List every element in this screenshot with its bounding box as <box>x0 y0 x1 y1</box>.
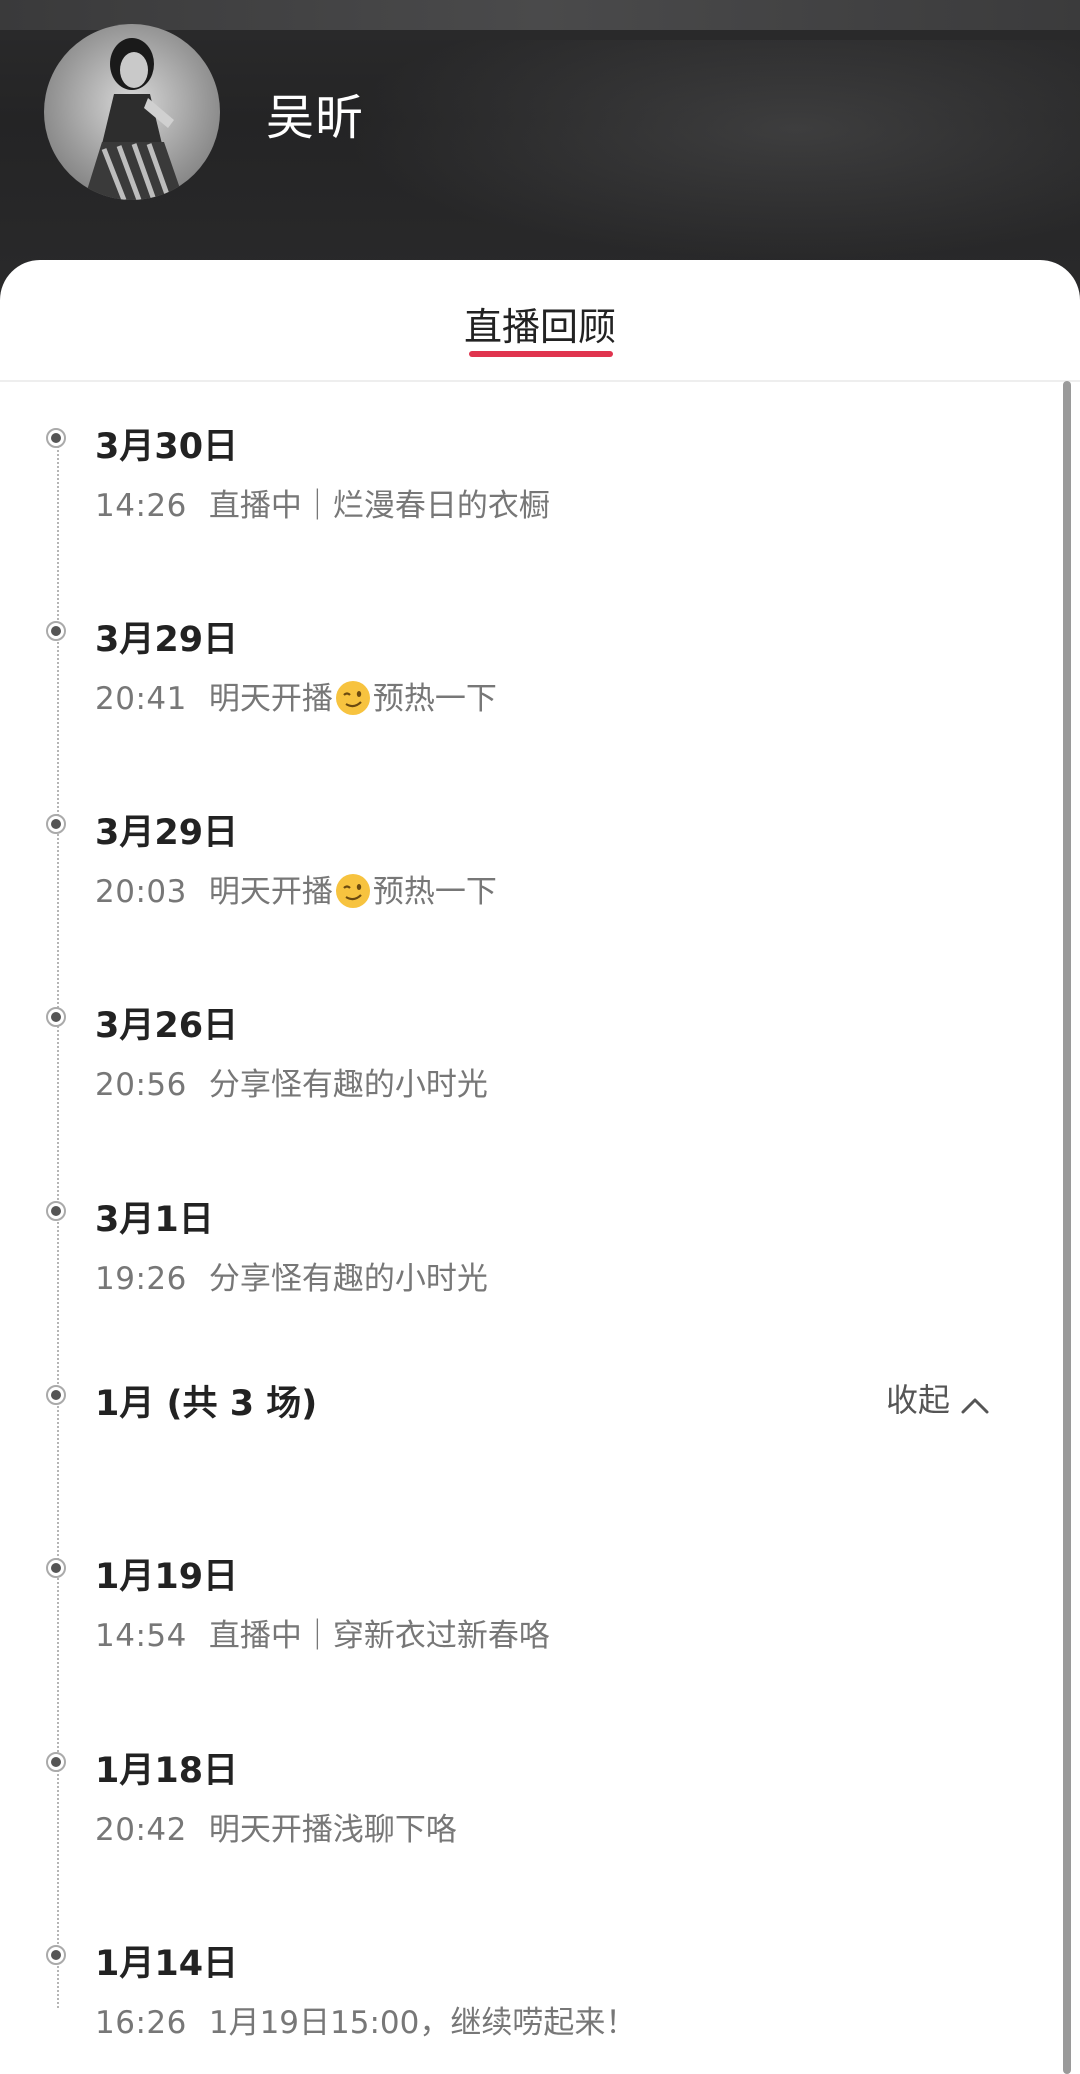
entry-date: 3月29日 <box>95 813 239 853</box>
timeline-dot-icon <box>46 814 66 834</box>
entry-time: 20:42 <box>95 1812 187 1848</box>
month-group-header: 1月 (共 3 场) 收起 <box>0 1375 1040 1435</box>
entry-title-end: 预热一下 <box>372 681 497 717</box>
timeline-dot-icon <box>46 1385 66 1405</box>
wink-emoji-icon <box>335 681 370 715</box>
entry-title: 直播中｜穿新衣过新春咯 <box>208 1618 550 1654</box>
entry-details: 20:03 明天开播 预热一下 <box>95 866 497 911</box>
entry-date: 3月26日 <box>95 1006 239 1046</box>
collapse-label: 收起 <box>885 1381 950 1419</box>
entry-details: 19:26 分享怪有趣的小时光 <box>95 1253 488 1298</box>
tab-active-indicator <box>469 351 613 357</box>
scrollbar[interactable] <box>1063 381 1071 2074</box>
month-group-label: 1月 (共 3 场) <box>95 1384 318 1424</box>
entry-date: 3月29日 <box>95 620 239 660</box>
timeline-entry[interactable]: 3月1日 19:26 分享怪有趣的小时光 <box>0 1191 1040 1341</box>
entry-title: 分享怪有趣的小时光 <box>208 1067 488 1103</box>
timeline-dot-icon <box>46 1558 66 1578</box>
tab-bar: 直播回顾 <box>0 260 1080 382</box>
wink-emoji-icon <box>335 874 370 908</box>
entry-title-start: 明天开播 <box>208 681 333 717</box>
timeline-entry[interactable]: 3月29日 20:41 明天开播 预热一下 <box>0 611 1040 761</box>
timeline-entry[interactable]: 3月26日 20:56 分享怪有趣的小时光 <box>0 997 1040 1147</box>
entry-details: 16:26 1月19日15:00，继续唠起来！ <box>95 1997 636 2042</box>
timeline-dot-icon <box>46 1007 66 1027</box>
entry-title-start: 明天开播 <box>208 874 333 910</box>
avatar-portrait-icon <box>84 38 184 200</box>
chevron-up-icon <box>961 1398 989 1414</box>
entry-details: 14:26 直播中｜烂漫春日的衣橱 <box>95 480 550 525</box>
entry-title: 明天开播浅聊下咯 <box>208 1812 457 1848</box>
entry-time: 20:41 <box>95 681 187 717</box>
entry-time: 14:54 <box>95 1618 187 1654</box>
timeline-entry[interactable]: 1月19日 14:54 直播中｜穿新衣过新春咯 <box>0 1548 1040 1698</box>
entry-details: 20:56 分享怪有趣的小时光 <box>95 1059 488 1104</box>
timeline-entry[interactable]: 3月29日 20:03 明天开播 预热一下 <box>0 804 1040 954</box>
avatar[interactable] <box>44 24 220 200</box>
profile-header: 吴昕 <box>0 0 1080 300</box>
entry-date: 1月18日 <box>95 1751 239 1791</box>
timeline-dot-icon <box>46 1945 66 1965</box>
timeline-entry[interactable]: 3月30日 14:26 直播中｜烂漫春日的衣橱 <box>0 418 1040 568</box>
profile-name: 吴昕 <box>266 90 365 146</box>
entry-title: 1月19日15:00，继续唠起来！ <box>208 2005 637 2041</box>
entry-details: 20:42 明天开播浅聊下咯 <box>95 1804 457 1849</box>
entry-details: 20:41 明天开播 预热一下 <box>95 673 497 718</box>
live-replay-panel: 直播回顾 3月30日 14:26 直播中｜烂漫春日的衣橱 3月29日 20:41 明… <box>0 260 1080 2074</box>
entry-time: 20:03 <box>95 874 187 910</box>
entry-date: 3月1日 <box>95 1200 214 1240</box>
timeline-dot-icon <box>46 1752 66 1772</box>
entry-date: 3月30日 <box>95 427 239 467</box>
timeline-dot-icon <box>46 1201 66 1221</box>
timeline-dot-icon <box>46 428 66 448</box>
timeline-entry[interactable]: 1月14日 16:26 1月19日15:00，继续唠起来！ <box>0 1935 1040 2055</box>
entry-time: 16:26 <box>95 2005 187 2041</box>
timeline-entry[interactable]: 1月18日 20:42 明天开播浅聊下咯 <box>0 1742 1040 1892</box>
entry-time: 19:26 <box>95 1261 187 1297</box>
entry-time: 14:26 <box>95 488 187 524</box>
entry-date: 1月14日 <box>95 1944 239 1984</box>
timeline-dot-icon <box>46 621 66 641</box>
entry-date: 1月19日 <box>95 1557 239 1597</box>
entry-title-end: 预热一下 <box>372 874 497 910</box>
tab-live-replay[interactable]: 直播回顾 <box>0 296 1080 351</box>
entry-title: 分享怪有趣的小时光 <box>208 1261 488 1297</box>
entry-time: 20:56 <box>95 1067 187 1103</box>
header-background-glow <box>340 40 1080 260</box>
entry-details: 14:54 直播中｜穿新衣过新春咯 <box>95 1610 550 1655</box>
entry-title: 直播中｜烂漫春日的衣橱 <box>208 488 550 524</box>
collapse-button[interactable]: 收起 <box>886 1375 990 1421</box>
